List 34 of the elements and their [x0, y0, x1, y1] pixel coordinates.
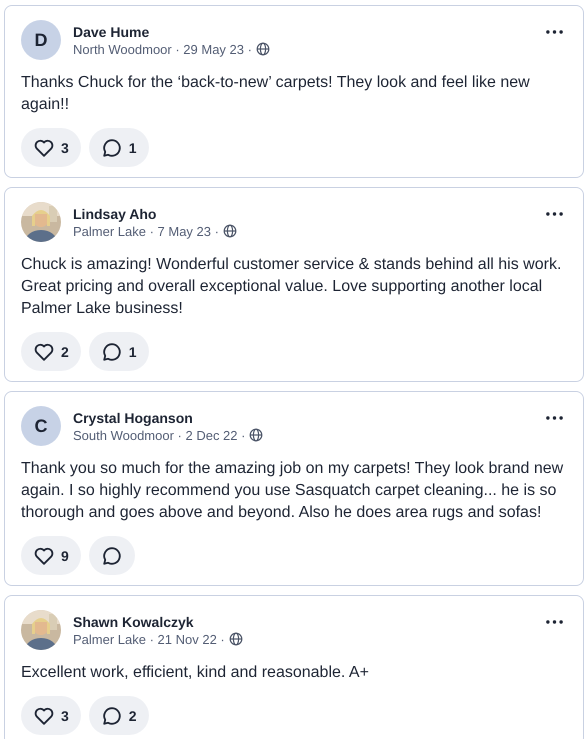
post-text: Excellent work, efficient, kind and reasonable. A+	[21, 663, 370, 683]
author-name[interactable]: Lindsay Aho	[73, 206, 534, 222]
author-name[interactable]: Dave Hume	[73, 24, 534, 40]
like-button[interactable]: 3	[21, 696, 81, 735]
like-button[interactable]: 2	[21, 332, 81, 371]
comment-button[interactable]	[88, 536, 135, 575]
globe-icon	[249, 428, 264, 442]
speech-bubble-icon	[100, 340, 123, 362]
more-icon[interactable]	[546, 30, 563, 34]
post-meta: North Woodmoor · 29 May 23 ·	[73, 42, 252, 56]
author-name[interactable]: Crystal Hoganson	[73, 410, 534, 426]
post-meta: Palmer Lake · 21 Nov 22 ·	[73, 632, 225, 646]
avatar[interactable]: D	[21, 20, 61, 60]
post-text: Chuck is amazing! Wonderful customer service & stands behind all his work. Great pricing and overall exceptional value. Love supporting another local Palmer Lake business!	[21, 255, 562, 319]
post-meta: South Woodmoor · 2 Dec 22 ·	[73, 428, 246, 442]
globe-icon	[222, 224, 237, 238]
avatar[interactable]: C	[21, 406, 61, 446]
speech-bubble-icon	[100, 136, 123, 158]
speech-bubble-icon	[100, 704, 123, 726]
more-icon[interactable]	[546, 620, 563, 624]
comment-button[interactable]: 2	[88, 696, 149, 735]
like-button[interactable]: 9	[21, 536, 81, 575]
like-button[interactable]: 3	[21, 128, 81, 167]
globe-icon	[228, 632, 243, 646]
post-meta: Palmer Lake · 7 May 23 ·	[73, 224, 219, 238]
more-icon[interactable]	[546, 416, 563, 420]
more-icon[interactable]	[546, 212, 563, 216]
post-text: Thanks Chuck for the ‘back-to-new’ carpets! They look and feel like new again!!	[21, 73, 531, 115]
comment-button[interactable]: 1	[88, 128, 149, 167]
speech-bubble-icon	[100, 544, 123, 566]
globe-icon	[256, 42, 270, 56]
post-text: Thank you so much for the amazing job on my carpets! They look brand new again. I so highly recommend you use Sasquatch carpet cleaning... he is so thorough and goes above and beyond. Also he does area rugs and sofas!	[21, 459, 564, 523]
comment-button[interactable]: 1	[88, 332, 149, 371]
author-name[interactable]: Shawn Kowalczyk	[73, 614, 534, 630]
